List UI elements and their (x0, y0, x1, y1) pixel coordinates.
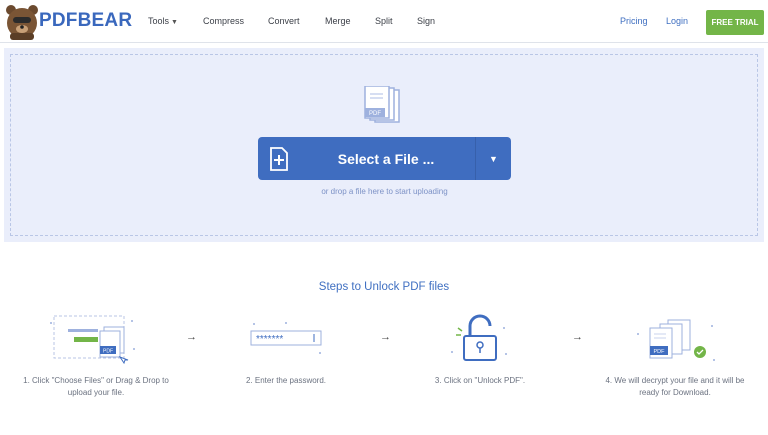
step-2-line1: 2. Enter the password. (245, 376, 327, 385)
arrow-right-icon: → (572, 331, 583, 343)
steps-title: Steps to Unlock PDF files (318, 281, 450, 293)
unlock-padlock-icon (451, 314, 507, 361)
pdf-badge-text: PDF (369, 111, 381, 117)
chevron-down-icon: ▼ (489, 153, 498, 164)
nav-convert[interactable]: Convert (268, 16, 300, 26)
select-file-label: Select a File ... (337, 150, 435, 167)
pdf-files-icon: PDF (364, 86, 400, 123)
pricing-link[interactable]: Pricing (620, 16, 648, 26)
password-field-illustration-icon: ******* (250, 322, 322, 354)
upload-source-dropdown[interactable]: ▼ (476, 137, 511, 180)
step-4-text: 4. We will decrypt your file and it will… (586, 375, 764, 399)
svg-text:*******: ******* (256, 334, 283, 345)
nav-tools[interactable]: Tools ▼ (148, 16, 178, 26)
select-file-button[interactable]: Select a File ... ▼ (258, 137, 511, 180)
step-4-line2: ready for Download. (639, 388, 711, 397)
step-1-text: 1. Click "Choose Files" or Drag & Drop t… (4, 375, 188, 399)
free-trial-button[interactable]: FREE TRIAL (706, 10, 764, 35)
pdf-badge-text: PDF (103, 349, 113, 355)
top-header: PDFBEAR Tools ▼ Compress Convert Merge Sp… (0, 0, 768, 43)
chevron-down-icon: ▼ (171, 19, 178, 26)
step-4-line1: 4. We will decrypt your file and it will… (605, 376, 745, 385)
nav-sign[interactable]: Sign (417, 16, 435, 26)
step-3-text: 3. Click on "Unlock PDF". (400, 375, 560, 387)
step-2-text: 2. Enter the password. (206, 375, 366, 387)
decrypted-files-icon: PDF (637, 319, 715, 361)
arrow-right-icon: → (380, 331, 391, 343)
arrow-right-icon: → (186, 331, 197, 343)
login-link[interactable]: Login (666, 16, 688, 26)
brand-name[interactable]: PDFBEAR (39, 10, 132, 32)
step-1-line1: 1. Click "Choose Files" or Drag & Drop t… (23, 376, 169, 385)
step-3-line1: 3. Click on "Unlock PDF". (434, 376, 526, 385)
drop-hint: or drop a file here to start uploading (321, 187, 448, 196)
upload-file-illustration-icon: PDF (50, 315, 135, 365)
pdf-badge-text: PDF (654, 349, 666, 355)
nav-compress[interactable]: Compress (203, 16, 244, 26)
bear-logo-icon[interactable] (4, 3, 40, 41)
nav-split[interactable]: Split (375, 16, 393, 26)
nav-merge[interactable]: Merge (325, 16, 351, 26)
nav-tools-label: Tools (148, 16, 170, 26)
step-1-line2: upload your file. (67, 388, 125, 397)
add-file-icon (270, 147, 288, 171)
